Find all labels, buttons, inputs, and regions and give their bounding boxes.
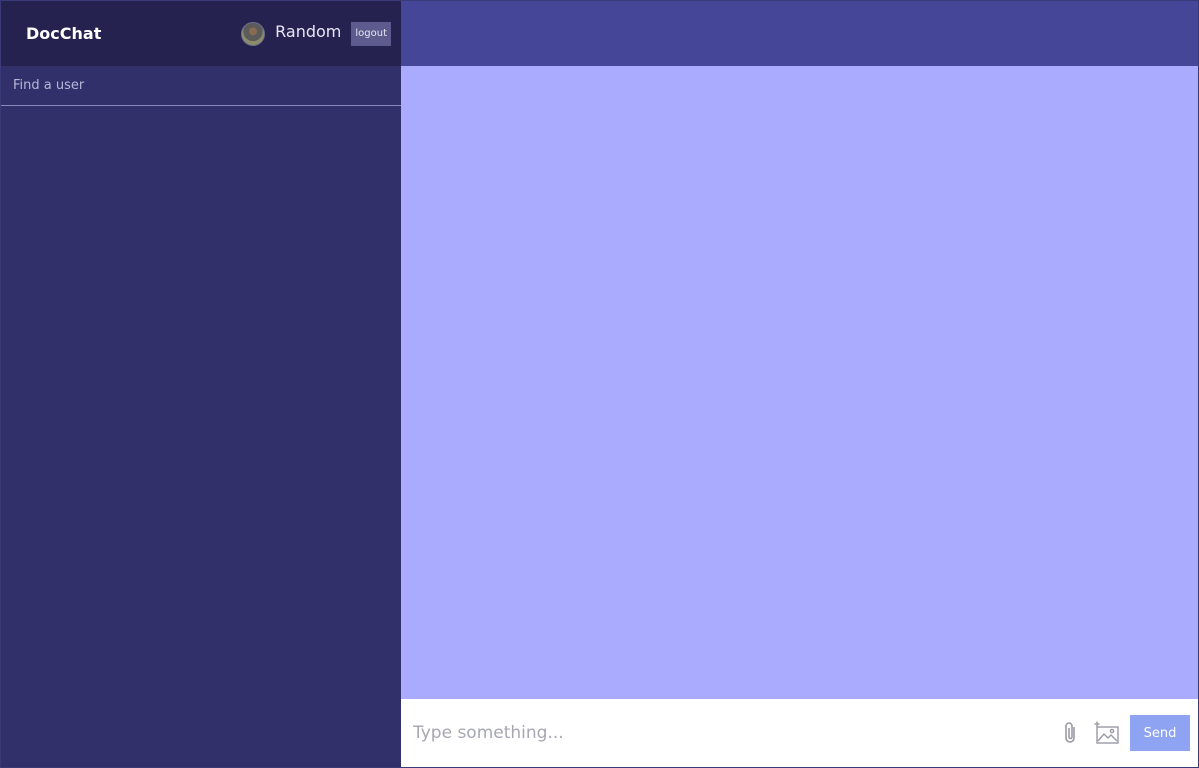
app-container: DocChat Random logout Find a user Type s… bbox=[0, 0, 1199, 768]
chat-list bbox=[1, 106, 401, 767]
chat-panel: Send bbox=[401, 1, 1198, 767]
add-image-icon[interactable] bbox=[1094, 720, 1120, 746]
username: Random bbox=[275, 22, 342, 41]
search-input[interactable] bbox=[13, 78, 389, 93]
message-input[interactable] bbox=[413, 723, 1048, 743]
messages-area bbox=[401, 66, 1198, 699]
current-user: Random logout bbox=[241, 21, 391, 46]
avatar bbox=[241, 21, 266, 46]
chat-header bbox=[401, 1, 1198, 66]
paperclip-icon[interactable] bbox=[1058, 720, 1084, 746]
user-search bbox=[1, 66, 401, 106]
send-button[interactable]: Send bbox=[1130, 715, 1190, 751]
sidebar-navbar: DocChat Random logout bbox=[1, 1, 401, 66]
logout-button[interactable]: logout bbox=[351, 21, 391, 46]
app-logo: DocChat bbox=[26, 24, 102, 43]
message-composer: Send bbox=[401, 699, 1198, 767]
sidebar: DocChat Random logout bbox=[1, 1, 401, 767]
